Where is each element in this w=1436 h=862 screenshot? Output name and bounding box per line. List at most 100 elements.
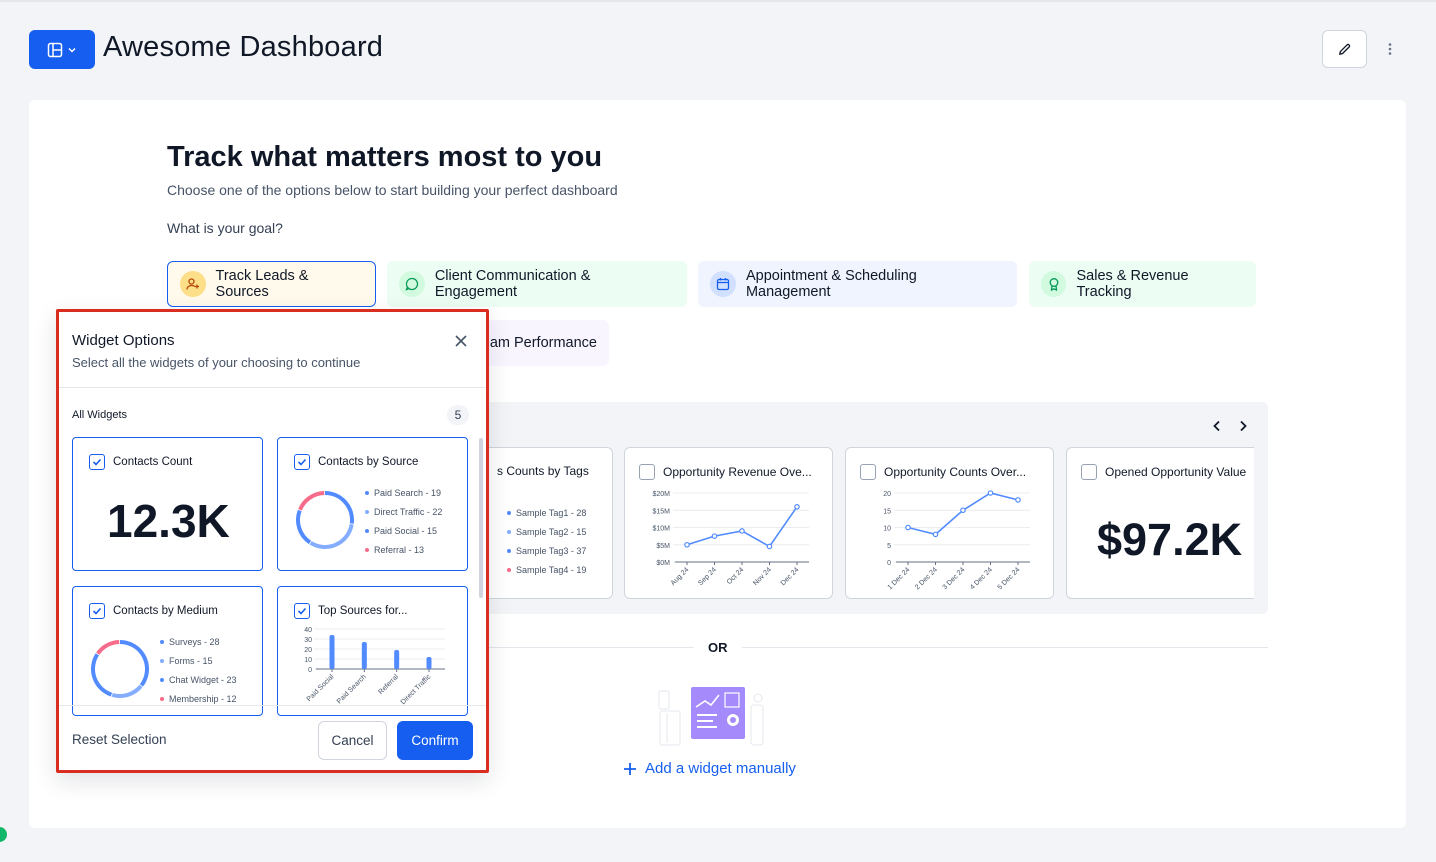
donut-slice [309,523,354,549]
y-tick-label: 5 [887,543,891,550]
bar [361,642,367,669]
legend-item: Referral - 13 [365,540,442,559]
x-tick-label: Paid Search [336,673,368,705]
bar [329,635,335,669]
goal-appointment-scheduling[interactable]: Appointment & Scheduling Management [698,261,1017,307]
data-point [932,531,939,538]
page-subheading: Choose one of the options below to start… [167,182,618,198]
widget-value: $97.2K [1097,514,1243,565]
legend-dot [160,658,164,663]
widget-card-opened-opportunity-value[interactable]: Opened Opportunity Value $97.2K [1066,447,1254,599]
legend-item: Surveys - 28 [160,632,237,651]
widget-title: Contacts Count [113,456,193,468]
modal-close-button[interactable] [453,333,469,349]
chevron-down-icon [68,47,76,53]
x-tick-label: 3 Dec 24 [942,566,967,591]
calendar-icon [710,271,736,297]
widget-checkbox-checked[interactable] [294,603,310,619]
widget-value: 12.3K [107,495,230,547]
legend-dot [365,509,369,514]
layout-grid-icon [47,42,63,57]
widget-options-modal: Widget Options Select all the widgets of… [56,309,489,773]
widget-title: s Counts by Tags [497,464,589,478]
legend-dot [160,677,164,682]
legend-dot [507,567,511,572]
modal-widget-top-sources[interactable]: Top Sources for... 40 30 20 10 0 Paid Social P… [277,586,468,716]
edit-dashboard-button[interactable] [1322,30,1367,68]
legend-item: Paid Social - 15 [365,521,442,540]
widget-card-opportunity-counts[interactable]: Opportunity Counts Over... 20 15 10 5 0 1 Dec… [845,447,1054,599]
more-options-button[interactable] [1380,38,1400,60]
widget-checkbox-checked[interactable] [89,454,105,470]
data-point [905,524,911,531]
widget-checkbox[interactable] [1081,464,1097,480]
legend-dot [507,529,511,534]
y-tick-label: 10 [304,657,312,664]
data-point [684,541,690,548]
x-tick-label: Referral [378,673,401,696]
legend-dot [507,548,511,553]
goal-label: Client Communication & Engagement [434,268,591,300]
chart-legend: Sample Tag1 - 28 Sample Tag2 - 15 Sample… [507,503,586,579]
status-indicator [0,827,7,842]
add-widget-manually-link[interactable]: Add a widget manually [623,760,796,777]
pencil-icon [1338,43,1351,55]
check-icon [297,607,307,615]
data-point [794,503,800,510]
divider-left [484,647,694,648]
top-sources-bar-chart: 40 30 20 10 0Paid Social Paid Search Referral D… [304,627,445,706]
widget-checkbox-checked[interactable] [294,454,310,470]
y-tick-label: $5M [656,543,670,550]
widget-checkbox-checked[interactable] [89,603,105,619]
y-tick-label: 0 [887,560,891,567]
modal-widget-contacts-count[interactable]: Contacts Count 12.3K [72,437,263,571]
data-point [1015,497,1021,503]
modal-widget-contacts-by-medium[interactable]: Contacts by Medium Surveys - 28 Forms - … [72,586,263,716]
data-point [711,533,718,539]
goal-sales-revenue[interactable]: Sales & Revenue Tracking [1029,261,1256,307]
x-tick-label: Nov 24 [752,566,773,587]
widget-card-counts-by-tags[interactable]: s Counts by Tags Sample Tag1 - 28 Sample… [470,447,613,599]
carousel-prev-button[interactable] [1207,416,1227,436]
legend-dot [507,510,511,515]
x-tick-label: 2 Dec 24 [914,566,939,591]
legend-item: Sample Tag1 - 28 [507,503,586,522]
widget-checkbox[interactable] [639,464,655,480]
y-tick-label: $0M [656,560,670,567]
modal-scrollbar[interactable] [479,438,483,598]
y-tick-label: 40 [304,627,312,634]
legend-dot [365,547,369,552]
add-widget-label: Add a widget manually [645,760,796,777]
check-icon [92,458,102,466]
plus-icon [624,762,636,775]
donut-slice [298,491,325,511]
modal-widget-contacts-by-source[interactable]: Contacts by Source Paid Search - 19 Dire… [277,437,468,571]
goal-label: Appointment & Scheduling Management [745,268,917,300]
bar [394,650,400,669]
widget-card-opportunity-revenue[interactable]: Opportunity Revenue Ove... $20M $15M $10M $… [624,447,833,599]
x-tick-label: Paid Social [306,673,336,703]
cancel-button[interactable]: Cancel [318,721,387,760]
legend-item: Forms - 15 [160,651,237,670]
donut-slice [91,653,113,697]
confirm-button[interactable]: Confirm [397,721,473,760]
layout-switcher-button[interactable] [29,30,95,69]
y-tick-label: $10M [652,526,670,533]
widget-header: Top Sources for... [294,603,408,619]
modal-divider [59,387,486,388]
goal-client-communication[interactable]: Client Communication & Engagement [387,261,687,307]
donut-slice [96,640,120,655]
source-donut-chart [296,491,354,549]
legend-item: Paid Search - 19 [365,483,442,502]
carousel-next-button[interactable] [1233,416,1253,436]
reset-selection-button[interactable]: Reset Selection [72,732,167,747]
data-point [739,528,745,534]
goal-track-leads[interactable]: Track Leads & Sources [167,261,376,307]
widget-title: Contacts by Source [318,456,419,468]
widget-title: Opportunity Counts Over... [884,465,1027,479]
data-point [987,490,994,496]
widget-header: Opportunity Counts Over... [860,464,1026,480]
chat-icon [399,271,425,297]
widget-checkbox[interactable] [860,464,876,480]
widget-header: Contacts by Source [294,454,418,470]
